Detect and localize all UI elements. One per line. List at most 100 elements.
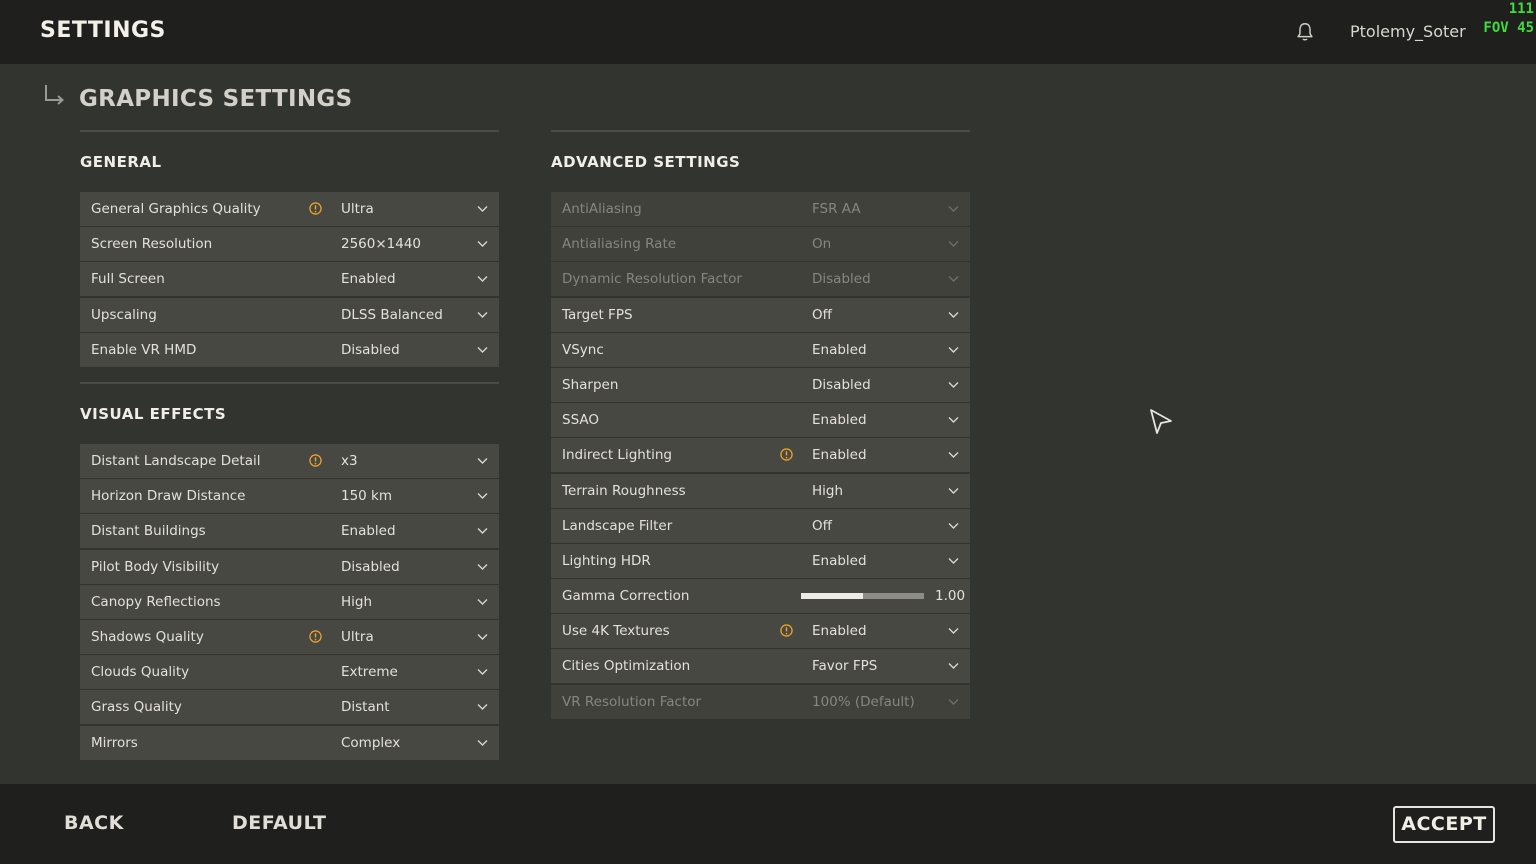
general-divider <box>80 130 499 132</box>
chevron-down-icon[interactable] <box>477 240 488 248</box>
setting-row-canopy-reflections[interactable]: Canopy Reflections High <box>80 584 499 619</box>
chevron-down-icon[interactable] <box>477 563 488 571</box>
setting-label: Canopy Reflections <box>91 593 221 610</box>
general-settings-list: General Graphics Quality Ultra Screen Reso… <box>80 192 499 368</box>
chevron-down-icon[interactable] <box>477 598 488 606</box>
chevron-down-icon[interactable] <box>477 492 488 500</box>
warning-icon[interactable] <box>780 624 793 637</box>
slider-value: 1.00 <box>935 588 966 605</box>
setting-row-pilot-body-visibility[interactable]: Pilot Body Visibility Disabled <box>80 549 499 584</box>
chevron-down-icon[interactable] <box>477 668 488 676</box>
chevron-down-icon[interactable] <box>477 703 488 711</box>
chevron-down-icon[interactable] <box>477 739 488 747</box>
setting-row-use-4k-textures[interactable]: Use 4K Textures Enabled <box>551 614 970 649</box>
section-title-visual-effects: VISUAL EFFECTS <box>80 405 227 423</box>
setting-row-lighting-hdr[interactable]: Lighting HDR Enabled <box>551 543 970 578</box>
setting-value: FSR AA <box>812 201 861 217</box>
setting-label: Target FPS <box>562 306 633 323</box>
setting-label: Grass Quality <box>91 699 182 716</box>
setting-row-distant-landscape-detail[interactable]: Distant Landscape Detail x3 <box>80 444 499 478</box>
setting-label: AntiAliasing <box>562 201 642 217</box>
setting-label: SSAO <box>562 412 600 429</box>
setting-row-screen-resolution[interactable]: Screen Resolution 2560×1440 <box>80 227 499 262</box>
setting-value: 2560×1440 <box>341 236 422 253</box>
setting-value: Enabled <box>812 412 867 429</box>
chevron-down-icon <box>948 276 959 283</box>
warning-icon[interactable] <box>309 454 322 467</box>
chevron-down-icon[interactable] <box>948 522 959 530</box>
username[interactable]: Ptolemy_Soter <box>1350 22 1466 41</box>
chevron-down-icon[interactable] <box>477 633 488 641</box>
setting-label: Indirect Lighting <box>562 447 672 464</box>
return-arrow-icon[interactable] <box>42 83 68 107</box>
setting-label: Pilot Body Visibility <box>91 558 220 575</box>
setting-row-ssao[interactable]: SSAO Enabled <box>551 403 970 438</box>
chevron-down-icon[interactable] <box>477 527 488 535</box>
debug-fov: FOV 45 <box>1483 20 1534 36</box>
setting-value: Favor FPS <box>812 658 878 675</box>
setting-label: General Graphics Quality <box>91 201 261 217</box>
setting-label: Distant Buildings <box>91 523 206 540</box>
setting-row-indirect-lighting[interactable]: Indirect Lighting Enabled <box>551 438 970 473</box>
chevron-down-icon[interactable] <box>477 205 488 213</box>
visual-effects-list: Distant Landscape Detail x3 Horizon Draw D… <box>80 444 499 761</box>
warning-icon[interactable] <box>780 448 793 462</box>
setting-row-enable-vr-hmd[interactable]: Enable VR HMD Disabled <box>80 332 499 367</box>
setting-row-distant-buildings[interactable]: Distant Buildings Enabled <box>80 514 499 549</box>
setting-row-terrain-roughness[interactable]: Terrain Roughness High <box>551 473 970 508</box>
visual-divider <box>80 382 499 384</box>
setting-row-full-screen[interactable]: Full Screen Enabled <box>80 262 499 297</box>
setting-row-horizon-draw-distance[interactable]: Horizon Draw Distance 150 km <box>80 479 499 514</box>
setting-label: Clouds Quality <box>91 664 190 681</box>
warning-icon[interactable] <box>309 630 322 643</box>
advanced-settings-list: AntiAliasing FSR AA Antialiasing Rate On Dyn… <box>551 192 970 720</box>
setting-row-vsync[interactable]: VSync Enabled <box>551 332 970 367</box>
chevron-down-icon[interactable] <box>477 275 488 283</box>
setting-row-general-graphics-quality[interactable]: General Graphics Quality Ultra <box>80 192 499 226</box>
setting-label: Sharpen <box>562 376 619 393</box>
top-bar: SETTINGS Ptolemy_Soter 111 FOV 45 <box>0 0 1536 64</box>
bell-icon[interactable] <box>1294 21 1316 43</box>
slider-fill <box>801 593 863 600</box>
setting-value: Enabled <box>812 341 867 358</box>
setting-row-shadows-quality[interactable]: Shadows Quality Ultra <box>80 619 499 654</box>
setting-row-target-fps[interactable]: Target FPS Off <box>551 297 970 332</box>
chevron-down-icon[interactable] <box>948 451 959 459</box>
setting-row-landscape-filter[interactable]: Landscape Filter Off <box>551 508 970 543</box>
setting-label: Upscaling <box>91 306 157 323</box>
chevron-down-icon[interactable] <box>948 662 959 670</box>
chevron-down-icon[interactable] <box>948 416 959 424</box>
setting-row-clouds-quality[interactable]: Clouds Quality Extreme <box>80 655 499 690</box>
setting-row-upscaling[interactable]: Upscaling DLSS Balanced <box>80 297 499 332</box>
setting-label: VSync <box>562 341 604 358</box>
chevron-down-icon <box>948 206 959 212</box>
gamma-slider[interactable] <box>801 593 924 600</box>
chevron-down-icon[interactable] <box>477 346 488 354</box>
chevron-down-icon[interactable] <box>477 311 488 319</box>
setting-row-grass-quality[interactable]: Grass Quality Distant <box>80 690 499 725</box>
chevron-down-icon[interactable] <box>948 346 959 354</box>
chevron-down-icon[interactable] <box>948 381 959 389</box>
setting-value: Distant <box>341 699 390 716</box>
setting-value: Disabled <box>812 271 871 288</box>
accept-button[interactable]: ACCEPT <box>1393 806 1495 843</box>
debug-overlay: 111 FOV 45 <box>1483 0 1534 38</box>
chevron-down-icon[interactable] <box>948 487 959 495</box>
setting-value: Disabled <box>812 376 871 393</box>
setting-row-mirrors[interactable]: Mirrors Complex <box>80 725 499 760</box>
chevron-down-icon[interactable] <box>477 457 488 465</box>
setting-label: Landscape Filter <box>562 517 673 534</box>
setting-row-gamma-correction[interactable]: Gamma Correction 1.00 <box>551 579 970 614</box>
default-button[interactable]: DEFAULT <box>232 812 327 834</box>
setting-label: Cities Optimization <box>562 658 691 675</box>
setting-label: VR Resolution Factor <box>562 693 702 710</box>
setting-row-cities-optimization[interactable]: Cities Optimization Favor FPS <box>551 649 970 684</box>
setting-row-sharpen[interactable]: Sharpen Disabled <box>551 367 970 402</box>
chevron-down-icon[interactable] <box>948 311 959 319</box>
warning-icon[interactable] <box>309 202 322 215</box>
chevron-down-icon[interactable] <box>948 627 959 635</box>
setting-value: Enabled <box>341 523 396 540</box>
back-button[interactable]: BACK <box>64 812 124 834</box>
setting-label: Use 4K Textures <box>562 623 670 640</box>
chevron-down-icon[interactable] <box>948 557 959 565</box>
